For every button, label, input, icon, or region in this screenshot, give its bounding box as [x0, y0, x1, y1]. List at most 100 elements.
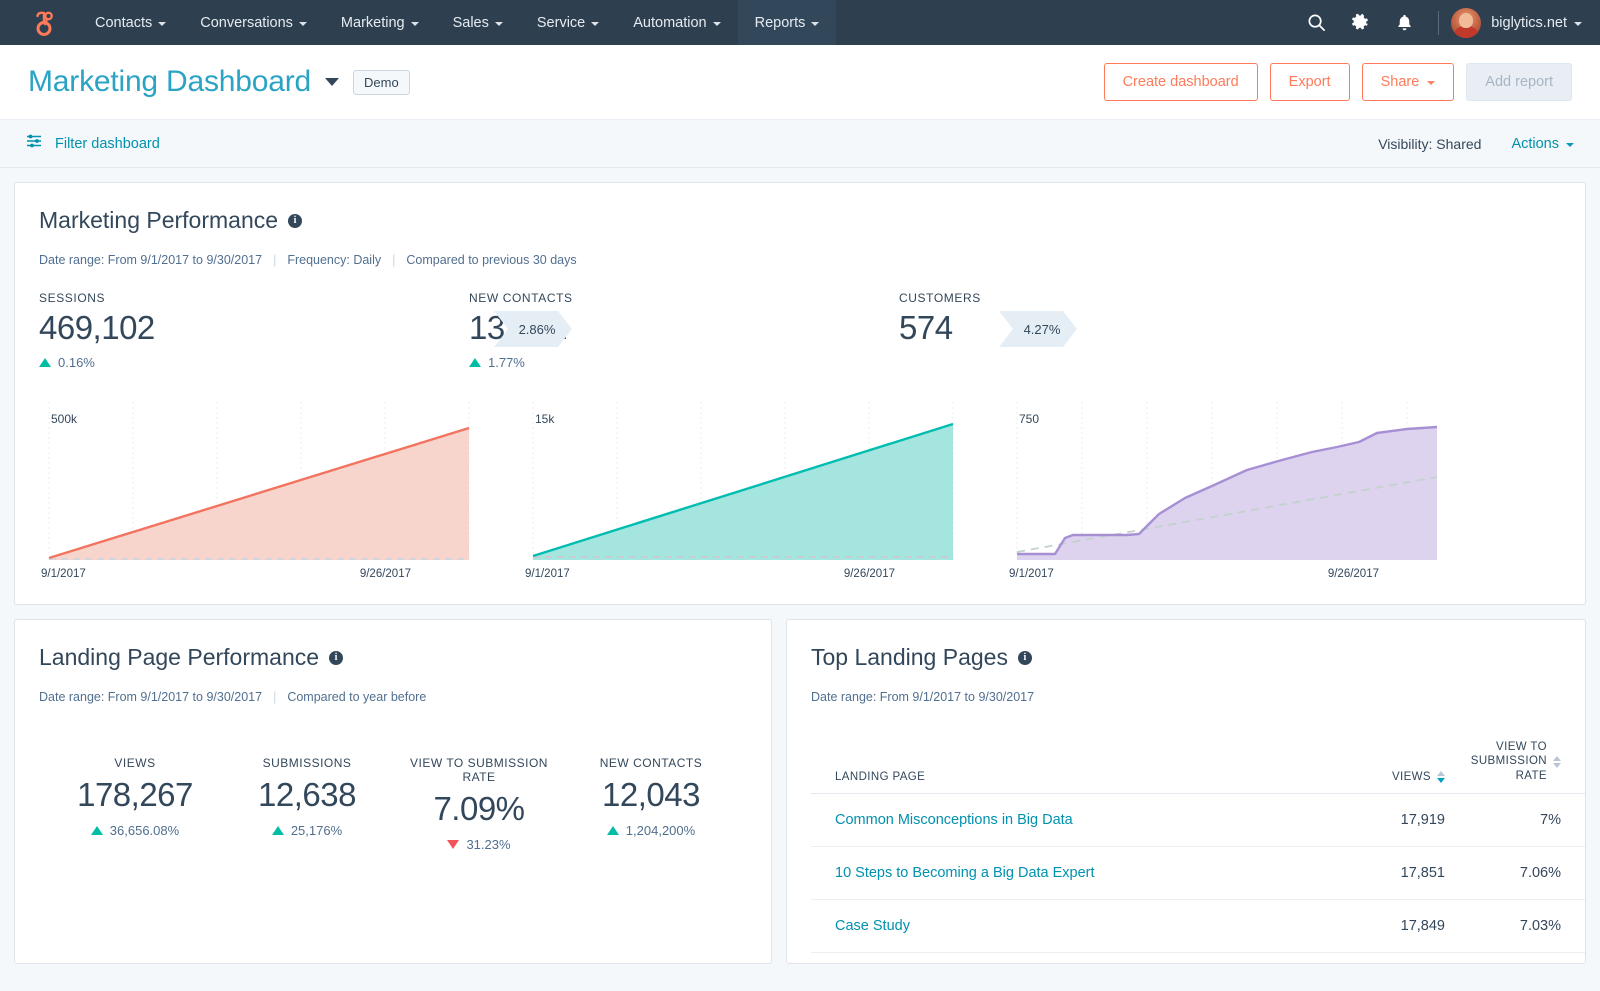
sort-arrows-icon[interactable]	[1437, 771, 1445, 783]
x-axis-start: 9/1/2017	[525, 568, 570, 580]
chevron-down-icon	[713, 22, 721, 26]
metric-new-contacts: NEW CONTACTS 12,043 1,204,200%	[565, 756, 737, 852]
landing-page-link[interactable]: 10 Steps to Becoming a Big Data Expert	[835, 865, 1095, 881]
marketing-performance-card: Marketing Performance i Date range: From…	[14, 182, 1586, 605]
cell-rate: 7%	[1445, 794, 1585, 847]
dashboard-selector-caret-icon[interactable]	[325, 78, 339, 86]
page-title[interactable]: Marketing Dashboard	[28, 65, 311, 99]
metric-value: 12,043	[565, 776, 737, 814]
trend-up-icon	[469, 358, 481, 367]
customers-chart: 750	[1007, 402, 1439, 580]
create-dashboard-button[interactable]: Create dashboard	[1104, 63, 1258, 101]
chevron-down-icon	[811, 22, 819, 26]
info-icon[interactable]: i	[329, 651, 343, 665]
kpi-value: 574	[899, 309, 1329, 347]
export-button[interactable]: Export	[1270, 63, 1350, 101]
cell-views: 17,919	[1325, 794, 1445, 847]
nav-item-sales[interactable]: Sales	[436, 0, 520, 45]
nav-label: Sales	[453, 15, 489, 31]
new-contacts-chart: 15k 9	[523, 402, 955, 580]
sort-descending-icon	[1437, 778, 1445, 783]
column-header-view-to-submission-rate[interactable]: VIEW TO SUBMISSION RATE	[1445, 740, 1585, 794]
metric-delta: 36,656.08%	[49, 823, 221, 838]
sort-ascending-icon	[1437, 771, 1445, 776]
date-range-text: Date range: From 9/1/2017 to 9/30/2017	[39, 690, 262, 704]
x-axis-end: 9/26/2017	[844, 568, 895, 580]
nav-item-conversations[interactable]: Conversations	[183, 0, 324, 45]
filter-bar: Filter dashboard Visibility: Shared Acti…	[0, 120, 1600, 168]
add-report-button: Add report	[1466, 63, 1572, 101]
visibility-value: Shared	[1436, 136, 1481, 152]
trend-up-icon	[272, 826, 284, 835]
metric-delta-value: 25,176%	[291, 823, 342, 838]
x-axis-labels: 9/1/2017 9/26/2017	[523, 568, 955, 580]
share-button[interactable]: Share	[1362, 63, 1455, 101]
sort-arrows-icon[interactable]	[1553, 756, 1561, 768]
nav-item-automation[interactable]: Automation	[616, 0, 737, 45]
y-axis-label: 750	[1019, 412, 1039, 426]
top-landing-pages-meta: Date range: From 9/1/2017 to 9/30/2017	[811, 690, 1585, 704]
kpi-delta-value: 1.77%	[488, 355, 525, 370]
chart-plot-area: 15k	[523, 402, 955, 562]
cell-landing-page: Case Study	[811, 900, 1325, 953]
hubspot-logo[interactable]	[0, 8, 78, 38]
column-header-landing-page: LANDING PAGE	[811, 740, 1325, 794]
comparison-text: Compared to year before	[287, 690, 426, 704]
actions-menu[interactable]: Actions	[1511, 136, 1574, 152]
nav-label: Reports	[755, 15, 806, 31]
account-name: biglytics.net	[1491, 15, 1567, 31]
metric-delta: 31.23%	[393, 837, 565, 852]
chevron-down-icon	[1427, 81, 1435, 85]
avatar[interactable]	[1451, 8, 1481, 38]
landing-page-link[interactable]: Case Study	[835, 918, 910, 934]
nav-item-reports[interactable]: Reports	[738, 0, 837, 45]
nav-item-service[interactable]: Service	[520, 0, 616, 45]
trend-up-icon	[39, 358, 51, 367]
nav-label: Service	[537, 15, 585, 31]
filter-dashboard-control[interactable]: Filter dashboard	[26, 134, 160, 153]
metric-views: VIEWS 178,267 36,656.08%	[49, 756, 221, 852]
x-axis-start: 9/1/2017	[41, 568, 86, 580]
filter-dashboard-label: Filter dashboard	[55, 136, 160, 152]
table-row: Case Study 17,849 7.03%	[811, 900, 1585, 953]
table-head: LANDING PAGE VIEWS	[811, 740, 1585, 794]
visibility-status: Visibility: Shared	[1378, 136, 1481, 152]
bell-icon[interactable]	[1382, 0, 1426, 45]
landing-page-metrics-row: VIEWS 178,267 36,656.08% SUBMISSIONS 12,…	[39, 756, 747, 852]
metric-label: NEW CONTACTS	[565, 756, 737, 770]
main-nav-items: Contacts Conversations Marketing Sales S…	[78, 0, 836, 45]
nav-label: Marketing	[341, 15, 405, 31]
metric-value: 178,267	[49, 776, 221, 814]
kpi-delta: 1.77%	[469, 355, 899, 370]
comparison-text: Compared to previous 30 days	[406, 253, 576, 267]
x-axis-labels: 9/1/2017 9/26/2017	[39, 568, 471, 580]
info-icon[interactable]: i	[288, 214, 302, 228]
gear-icon[interactable]	[1338, 0, 1382, 45]
nav-utility-area: biglytics.net	[1294, 0, 1600, 45]
landing-page-link[interactable]: Common Misconceptions in Big Data	[835, 812, 1073, 828]
nav-divider	[1438, 11, 1439, 35]
nav-item-marketing[interactable]: Marketing	[324, 0, 436, 45]
chevron-down-icon	[1574, 22, 1582, 26]
y-axis-label: 500k	[51, 412, 77, 426]
date-range-text: Date range: From 9/1/2017 to 9/30/2017	[811, 690, 1034, 704]
account-menu[interactable]: biglytics.net	[1491, 15, 1582, 31]
kpi-delta-value: 0.16%	[58, 355, 95, 370]
kpi-value: 469,102	[39, 309, 469, 347]
search-icon[interactable]	[1294, 0, 1338, 45]
nav-label: Automation	[633, 15, 706, 31]
column-header-views[interactable]: VIEWS	[1325, 740, 1445, 794]
charts-row: 500k	[39, 402, 1561, 594]
sort-ascending-icon	[1553, 756, 1561, 761]
cell-landing-page: 10 Steps to Becoming a Big Data Expert	[811, 847, 1325, 900]
kpi-label: CUSTOMERS	[899, 291, 1329, 305]
top-navigation-bar: Contacts Conversations Marketing Sales S…	[0, 0, 1600, 45]
chevron-down-icon	[299, 22, 307, 26]
top-landing-pages-title: Top Landing Pages	[811, 644, 1008, 671]
nav-item-contacts[interactable]: Contacts	[78, 0, 183, 45]
trend-up-icon	[91, 826, 103, 835]
chevron-down-icon	[591, 22, 599, 26]
info-icon[interactable]: i	[1018, 651, 1032, 665]
header-actions: Create dashboard Export Share Add report	[1104, 63, 1572, 101]
metric-view-to-submission-rate: VIEW TO SUBMISSION RATE 7.09% 31.23%	[393, 756, 565, 852]
